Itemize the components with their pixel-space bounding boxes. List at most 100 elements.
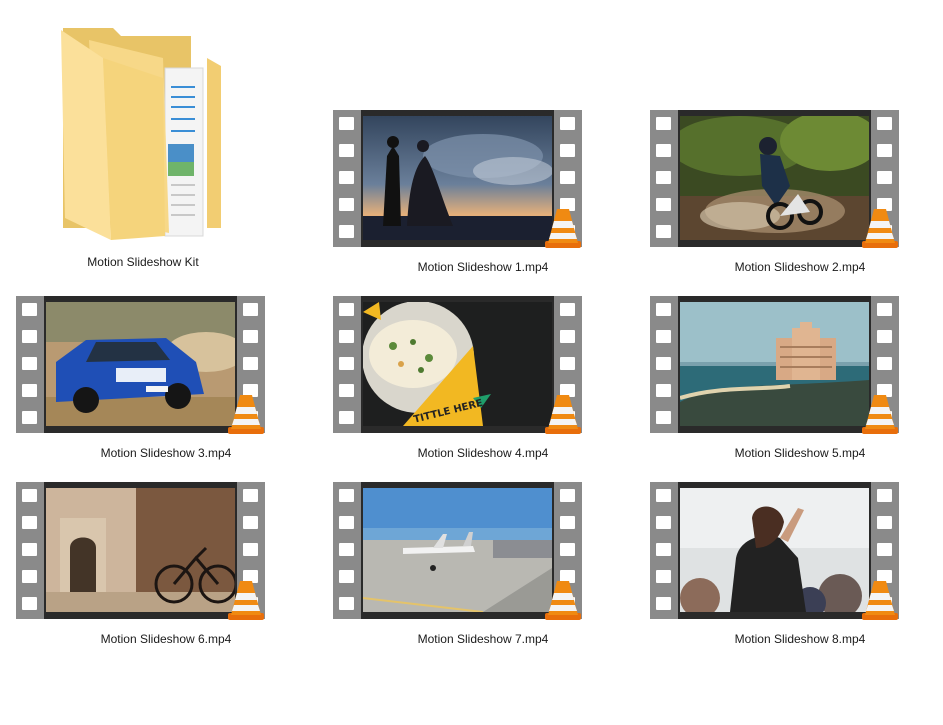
film-strip-left	[333, 296, 361, 433]
film-hole	[560, 489, 575, 502]
item-label: Motion Slideshow 8.mp4	[734, 632, 866, 646]
film-hole	[22, 570, 37, 583]
film-strip-left	[650, 482, 678, 619]
film-hole	[877, 516, 892, 529]
film-hole	[656, 384, 671, 397]
item-label: Motion Slideshow 5.mp4	[734, 446, 866, 460]
thumbnail-image	[680, 302, 869, 426]
film-hole	[339, 357, 354, 370]
film-hole	[560, 357, 575, 370]
film-hole	[656, 489, 671, 502]
film-hole	[339, 489, 354, 502]
thumbnail-image	[363, 116, 552, 240]
film-hole	[339, 597, 354, 610]
vlc-cone-icon	[862, 581, 898, 620]
film-hole	[656, 144, 671, 157]
thumbnail-image	[680, 488, 869, 612]
vlc-cone-icon	[862, 209, 898, 248]
film-hole	[22, 384, 37, 397]
film-hole	[243, 516, 258, 529]
thumbnail-image: TITTLE HERE	[363, 302, 552, 426]
film-hole	[656, 330, 671, 343]
item-label: Motion Slideshow 3.mp4	[100, 446, 232, 460]
film-hole	[656, 357, 671, 370]
folder-icon	[61, 28, 221, 240]
video-file-item[interactable]: Motion Slideshow 6.mp4	[16, 482, 316, 662]
film-hole	[243, 330, 258, 343]
folder-item[interactable]: Motion Slideshow Kit	[0, 18, 293, 269]
file-explorer-grid: Motion Slideshow Kit Motion Slideshow 1.…	[0, 0, 943, 725]
film-hole	[339, 516, 354, 529]
video-file-item[interactable]: Motion Slideshow 2.mp4	[650, 110, 943, 290]
film-hole	[877, 357, 892, 370]
film-hole	[243, 543, 258, 556]
film-hole	[656, 171, 671, 184]
video-file-item[interactable]: Motion Slideshow 1.mp4	[333, 110, 633, 290]
film-strip-left	[333, 110, 361, 247]
item-label: Motion Slideshow 7.mp4	[417, 632, 549, 646]
film-hole	[560, 303, 575, 316]
film-hole	[243, 489, 258, 502]
film-hole	[560, 171, 575, 184]
video-file-item[interactable]: Motion Slideshow 8.mp4	[650, 482, 943, 662]
film-hole	[22, 516, 37, 529]
video-file-item[interactable]: Motion Slideshow 5.mp4	[650, 296, 943, 476]
film-strip-left	[650, 110, 678, 247]
film-strip-left	[333, 482, 361, 619]
film-hole	[877, 303, 892, 316]
film-hole	[560, 144, 575, 157]
film-hole	[339, 570, 354, 583]
film-hole	[560, 543, 575, 556]
film-hole	[560, 516, 575, 529]
film-hole	[656, 543, 671, 556]
video-file-item[interactable]: TITTLE HERE Motion Slideshow 4.mp4	[333, 296, 633, 476]
film-hole	[656, 198, 671, 211]
film-hole	[339, 117, 354, 130]
video-file-item[interactable]: Motion Slideshow 7.mp4	[333, 482, 633, 662]
film-hole	[339, 171, 354, 184]
film-hole	[22, 357, 37, 370]
film-hole	[22, 489, 37, 502]
film-hole	[877, 330, 892, 343]
film-hole	[656, 597, 671, 610]
thumbnail-image	[363, 488, 552, 612]
film-strip-left	[16, 296, 44, 433]
vlc-cone-icon	[228, 581, 264, 620]
film-hole	[339, 198, 354, 211]
film-hole	[22, 543, 37, 556]
vlc-cone-icon	[545, 395, 581, 434]
film-hole	[339, 384, 354, 397]
thumbnail-image	[46, 488, 235, 612]
thumbnail-image	[46, 302, 235, 426]
item-label: Motion Slideshow 4.mp4	[417, 446, 549, 460]
film-hole	[22, 330, 37, 343]
film-hole	[22, 411, 37, 424]
film-hole	[656, 411, 671, 424]
film-strip-left	[650, 296, 678, 433]
film-hole	[22, 597, 37, 610]
vlc-cone-icon	[545, 209, 581, 248]
video-file-item[interactable]: Motion Slideshow 3.mp4	[16, 296, 316, 476]
film-hole	[339, 411, 354, 424]
film-hole	[339, 543, 354, 556]
item-label: Motion Slideshow 2.mp4	[734, 260, 866, 274]
film-hole	[877, 117, 892, 130]
film-hole	[877, 171, 892, 184]
film-hole	[339, 330, 354, 343]
item-label: Motion Slideshow 6.mp4	[100, 632, 232, 646]
film-hole	[656, 570, 671, 583]
vlc-cone-icon	[862, 395, 898, 434]
film-hole	[22, 303, 37, 316]
film-hole	[243, 303, 258, 316]
vlc-cone-icon	[228, 395, 264, 434]
film-hole	[339, 225, 354, 238]
film-hole	[560, 117, 575, 130]
film-hole	[560, 330, 575, 343]
film-hole	[656, 516, 671, 529]
film-hole	[656, 225, 671, 238]
film-hole	[877, 144, 892, 157]
item-label: Motion Slideshow Kit	[87, 255, 199, 269]
film-hole	[339, 144, 354, 157]
film-hole	[656, 117, 671, 130]
film-hole	[656, 303, 671, 316]
